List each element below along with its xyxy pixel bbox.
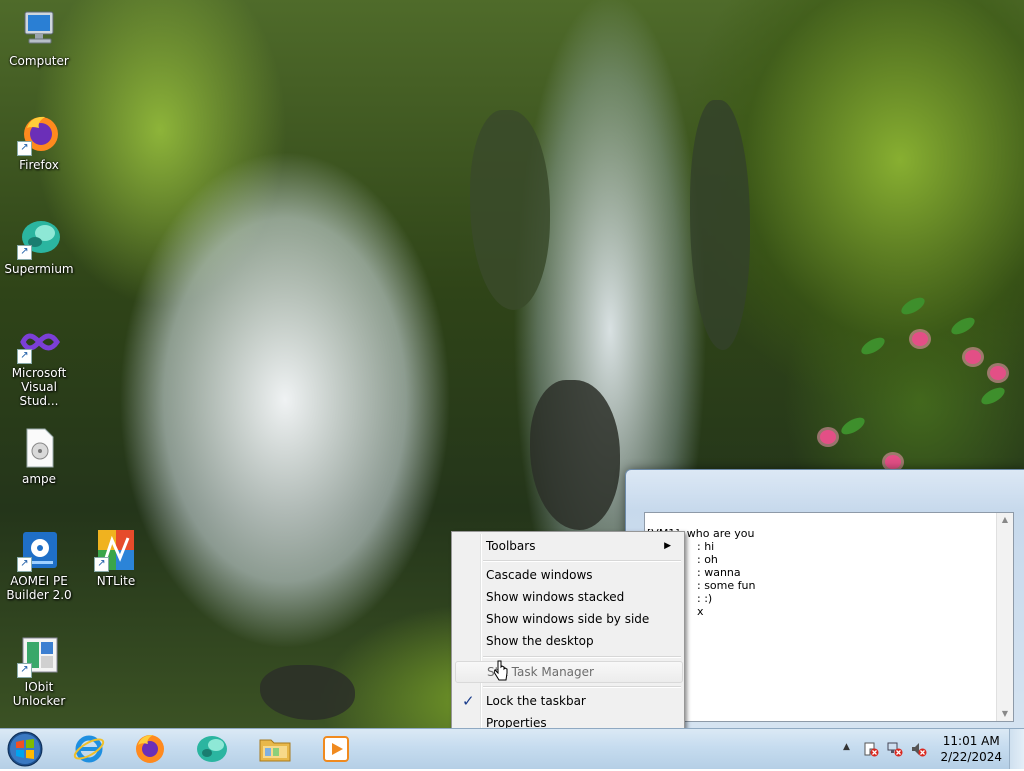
vertical-scrollbar[interactable]: ▲ ▼ [996, 513, 1013, 721]
iobit-unlocker-icon: ↗ [17, 634, 61, 678]
network-error-icon[interactable] [887, 741, 903, 757]
chat-log[interactable]: [VM1]: who are you : hi : oh : wanna : s… [644, 512, 1014, 722]
wallpaper-leaf [898, 294, 928, 318]
desktop-icon-label: AOMEI PE Builder 2.0 [6, 574, 72, 602]
desktop-icon-label: Supermium [4, 262, 74, 276]
desktop-icon-label: ampe [21, 472, 57, 486]
shortcut-arrow-icon: ↗ [94, 557, 109, 572]
checkmark-icon: ✓ [462, 692, 475, 710]
wallpaper-leaf [978, 384, 1008, 408]
shortcut-arrow-icon: ↗ [17, 349, 32, 364]
desktop-icon-iobit-unlocker[interactable]: ↗ IObit Unlocker [1, 634, 77, 708]
menu-separator [483, 686, 681, 688]
wallpaper-flower [885, 455, 901, 469]
internet-explorer-icon [73, 735, 105, 763]
desktop-icon-ampe[interactable]: ampe [1, 426, 77, 486]
menu-item-label: Show windows stacked [486, 590, 625, 604]
desktop-icon-firefox[interactable]: ↗ Firefox [1, 112, 77, 172]
wallpaper-rock [260, 665, 355, 720]
menu-item-lock-the-taskbar[interactable]: ✓ Lock the taskbar [455, 690, 681, 712]
menu-separator [483, 656, 681, 658]
chat-line: : wanna [697, 566, 741, 579]
menu-item-label: Show windows side by side [486, 612, 650, 626]
desktop-icon-label: NTLite [96, 574, 136, 588]
visual-studio-icon: ↗ [17, 320, 61, 364]
menu-item-label: Lock the taskbar [486, 694, 586, 708]
menu-item-show-windows-stacked[interactable]: Show windows stacked [455, 586, 681, 608]
shortcut-arrow-icon: ↗ [17, 663, 32, 678]
firefox-icon [136, 735, 164, 763]
supermium-icon: ↗ [17, 216, 61, 260]
menu-item-show-the-desktop[interactable]: Show the desktop [455, 630, 681, 652]
wallpaper-flower [820, 430, 836, 444]
menu-item-label: Cascade windows [486, 568, 593, 582]
menu-item-toolbars[interactable]: Toolbars ▶ [455, 535, 681, 557]
clock-date: 2/22/2024 [940, 750, 1002, 764]
shortcut-arrow-icon: ↗ [17, 245, 32, 260]
wallpaper-flower [965, 350, 981, 364]
submenu-arrow-icon: ▶ [664, 541, 671, 551]
wallpaper-leaf [858, 334, 888, 358]
computer-icon [17, 8, 61, 52]
desktop-icon-label: Firefox [19, 158, 59, 172]
desktop-icon-computer[interactable]: Computer [1, 8, 77, 68]
supermium-icon [197, 736, 227, 762]
chat-line: : some fun [697, 579, 756, 592]
menu-item-label: Toolbars [486, 539, 536, 553]
wallpaper-rock [530, 380, 620, 530]
folder-icon [259, 739, 291, 762]
chat-line: : :) [697, 592, 713, 605]
desktop-icon-label: Computer [9, 54, 69, 68]
audio-file-icon [17, 426, 61, 470]
show-desktop-button[interactable] [1009, 729, 1024, 769]
scroll-down-icon[interactable]: ▼ [997, 707, 1013, 721]
shortcut-arrow-icon: ↗ [17, 557, 32, 572]
menu-item-label: Show the desktop [486, 634, 594, 648]
wallpaper-leaf [948, 314, 978, 338]
taskbar-supermium[interactable] [194, 731, 230, 767]
chat-line: : oh [697, 553, 718, 566]
wallpaper-flower [990, 366, 1006, 380]
wallpaper-leaf [838, 414, 868, 438]
menu-item-cascade-windows[interactable]: Cascade windows [455, 564, 681, 586]
clock[interactable]: 11:01 AM 2/22/2024 [940, 733, 1002, 765]
wallpaper-rock [690, 100, 750, 350]
start-button[interactable] [5, 730, 45, 768]
desktop-icon-ntlite[interactable]: ↗ NTLite [78, 528, 154, 588]
system-tray[interactable]: ▲ 11:01 AM 2/22/2024 [839, 729, 1024, 769]
desktop-icon-aomei-pe-builder[interactable]: ↗ AOMEI PE Builder 2.0 [1, 528, 77, 602]
action-center-error-icon[interactable] [863, 741, 879, 757]
menu-item-show-windows-side-by-side[interactable]: Show windows side by side [455, 608, 681, 630]
shortcut-arrow-icon: ↗ [17, 141, 32, 156]
chat-line: : hi [697, 540, 715, 553]
menu-item-start-task-manager[interactable]: St t Task Manager [455, 661, 683, 683]
chat-line: x [697, 605, 704, 618]
windows-start-orb-icon [7, 731, 43, 767]
clock-time: 11:01 AM [942, 734, 1000, 748]
firefox-icon: ↗ [17, 112, 61, 156]
aomei-pe-builder-icon: ↗ [17, 528, 61, 572]
taskbar-firefox[interactable] [132, 731, 168, 767]
wallpaper-flower [912, 332, 928, 346]
menu-separator [483, 560, 681, 562]
taskbar-internet-explorer[interactable] [71, 731, 107, 767]
taskbar-media-player[interactable] [318, 731, 354, 767]
show-hidden-icons-button[interactable]: ▲ [843, 742, 850, 752]
desktop-icon-label: IObit Unlocker [12, 680, 66, 708]
media-player-icon [323, 736, 349, 762]
taskbar-context-menu[interactable]: Toolbars ▶ Cascade windows Show windows … [451, 531, 685, 738]
taskbar[interactable]: ▲ 11:01 AM 2/22/2024 [0, 728, 1024, 769]
ntlite-icon: ↗ [94, 528, 138, 572]
volume-muted-icon[interactable] [911, 741, 927, 757]
taskbar-file-explorer[interactable] [257, 731, 293, 767]
wallpaper-rock [470, 110, 550, 310]
mouse-cursor-icon [494, 660, 508, 681]
scroll-up-icon[interactable]: ▲ [997, 513, 1013, 527]
desktop-icon-label: Microsoft Visual Stud... [11, 366, 67, 408]
desktop-icon-visual-studio[interactable]: ↗ Microsoft Visual Stud... [1, 320, 77, 408]
desktop-icon-supermium[interactable]: ↗ Supermium [1, 216, 77, 276]
